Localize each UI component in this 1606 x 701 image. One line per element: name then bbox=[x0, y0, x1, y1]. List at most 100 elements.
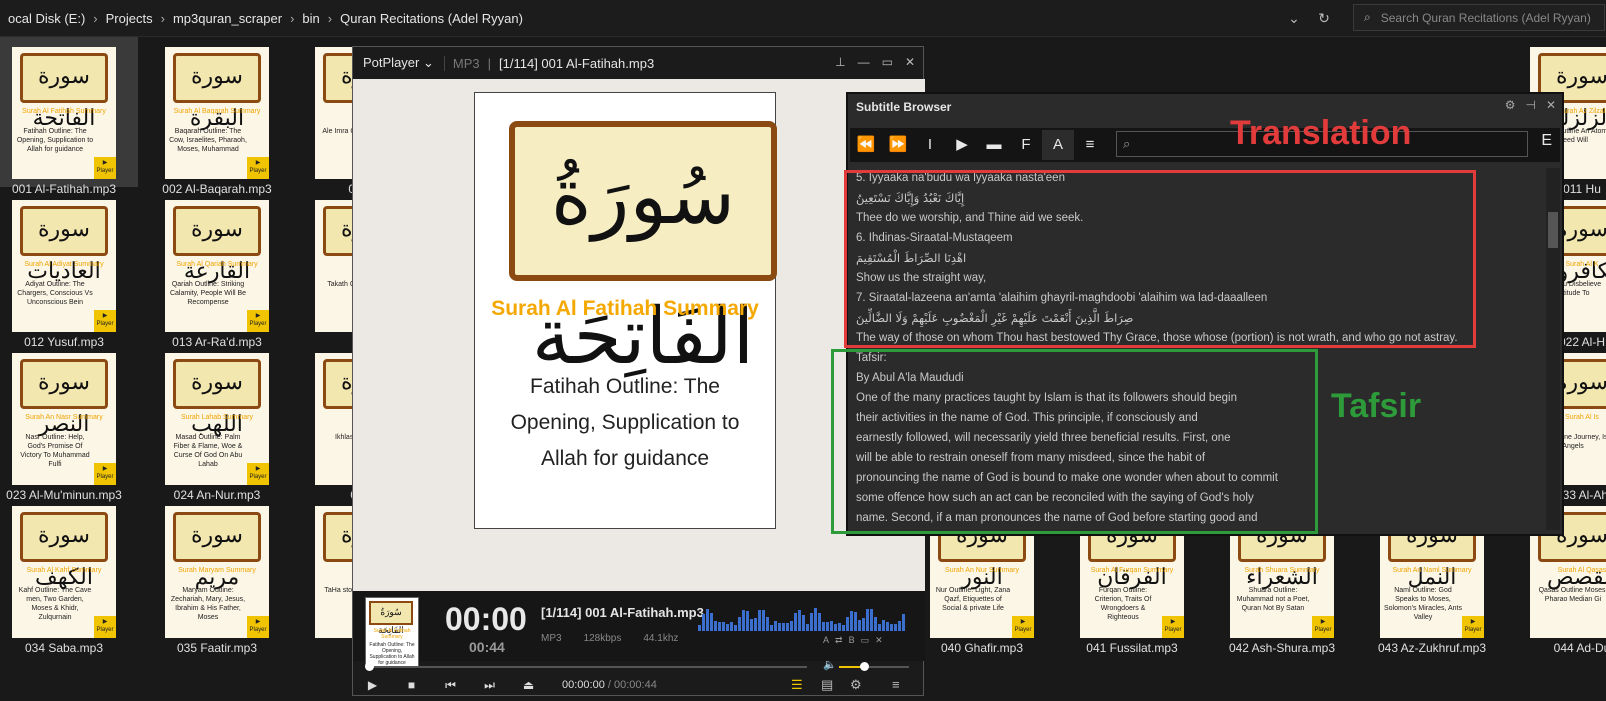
repeat-icon[interactable]: ⇄ bbox=[835, 635, 843, 646]
menu-icon[interactable]: ≡ bbox=[892, 677, 900, 692]
spectrum-bar bbox=[874, 617, 877, 631]
player-badge-icon: ▶Player bbox=[94, 310, 116, 332]
pin-icon[interactable]: ⊥ bbox=[835, 55, 845, 69]
thumb-surah: Surah Al Fatihah Summary bbox=[22, 108, 106, 115]
file-thumbnail: سورة الكهف Surah Al Kahf Summary Kahf Outl… bbox=[12, 506, 116, 638]
spectrum-bar bbox=[890, 624, 893, 631]
close-icon[interactable]: ✕ bbox=[905, 55, 915, 69]
next-icon[interactable]: ⏭ bbox=[470, 678, 509, 693]
gear-icon[interactable]: ⚙ bbox=[850, 677, 862, 693]
spectrum-bar bbox=[754, 618, 757, 631]
file-name: 041 Fussilat.mp3 bbox=[1086, 641, 1178, 655]
file-tile[interactable]: سورة العاديات Surah Al Adiyat Summary Adiy… bbox=[0, 190, 138, 349]
spectrum-bar bbox=[734, 625, 737, 631]
chevron-down-icon: ⌄ bbox=[423, 55, 434, 70]
caption-icon[interactable]: ▬ bbox=[978, 130, 1010, 160]
text-cursor-icon[interactable]: I bbox=[914, 130, 946, 160]
address-bar: ocal Disk (E:) › Projects › mp3quran_scrap… bbox=[0, 0, 1606, 37]
current-time: 00:00 bbox=[445, 601, 527, 637]
spectrum-bar bbox=[766, 617, 769, 631]
track-title: [1/114] 001 Al-Fatihah.mp3 bbox=[499, 55, 655, 71]
refresh-icon[interactable]: ↻ bbox=[1314, 8, 1334, 28]
play-icon[interactable]: ▶ bbox=[353, 678, 392, 692]
chevron-down-icon[interactable]: ⌄ bbox=[1284, 8, 1304, 28]
eject-icon[interactable]: ⏏ bbox=[509, 678, 548, 692]
file-name: 044 Ad-Du bbox=[1553, 641, 1606, 655]
crumb-scraper[interactable]: mp3quran_scraper bbox=[165, 11, 290, 26]
breadcrumb[interactable]: ocal Disk (E:) › Projects › mp3quran_scrap… bbox=[0, 0, 531, 36]
end-button[interactable]: E bbox=[1541, 132, 1552, 150]
maximize-icon[interactable]: ▭ bbox=[882, 55, 893, 69]
spectrum-bar bbox=[810, 613, 813, 631]
spectrum-bar bbox=[798, 610, 801, 631]
forward-icon[interactable]: ⏩ bbox=[882, 130, 914, 160]
mini-toggles: A ⇄ B ▭ ✕ bbox=[823, 635, 883, 646]
previous-icon[interactable]: ⏮ bbox=[431, 678, 470, 693]
pin-icon[interactable]: ⊣ bbox=[1525, 98, 1535, 112]
translation-highlight bbox=[844, 170, 1476, 348]
crumb-drive[interactable]: ocal Disk (E:) bbox=[0, 11, 93, 26]
crumb-folder[interactable]: Quran Recitations (Adel Ryyan) bbox=[332, 11, 531, 26]
spectrum-bar bbox=[830, 621, 833, 631]
spectrum-bar bbox=[882, 620, 885, 631]
thumb-outline: Fatihah Outline: The Opening, Supplicati… bbox=[16, 128, 94, 153]
spectrum-bar bbox=[702, 614, 705, 631]
spectrum-bar bbox=[870, 609, 873, 631]
spectrum-bar bbox=[706, 609, 709, 631]
playlist-search-icon[interactable]: ☰ bbox=[791, 677, 803, 693]
player-controls: ▶ ■ ⏮ ⏭ ⏏ 00:00:00 / 00:00:44 ☰ ▤ ⚙ ≡ bbox=[353, 673, 925, 697]
potplayer-menu-button[interactable]: PotPlayer ⌄ bbox=[353, 55, 444, 71]
gear-icon[interactable]: ⚙ bbox=[1505, 98, 1516, 112]
crumb-projects[interactable]: Projects bbox=[98, 11, 161, 26]
scrollbar-thumb[interactable] bbox=[1548, 212, 1558, 248]
minimize-icon[interactable]: — bbox=[858, 55, 870, 69]
font-icon[interactable]: F bbox=[1010, 130, 1042, 160]
file-name: 035 Faatir.mp3 bbox=[176, 641, 258, 655]
seek-row: 🔈 bbox=[353, 658, 925, 673]
mini-title: Surah Al Fatihah Summary bbox=[373, 628, 411, 640]
player-badge-icon: ▶Player bbox=[94, 157, 116, 179]
file-tile[interactable]: سورة البقرة Surah Al Baqarah Summary Baqar… bbox=[143, 37, 291, 196]
seek-bar[interactable] bbox=[365, 666, 807, 668]
thumb-outline: Shuara Outline: Muhammad not a Poet, Qur… bbox=[1236, 587, 1310, 612]
spectrum-bar bbox=[806, 624, 809, 631]
player-badge-icon: ▶Player bbox=[247, 157, 269, 179]
volume-icon[interactable]: 🔈 bbox=[823, 658, 837, 671]
file-tile[interactable]: سورة الفاتحة Surah Al Fatihah Summary Fati… bbox=[0, 37, 138, 196]
format-meta: MP3 bbox=[541, 633, 562, 644]
file-tile[interactable]: سورة الكهف Surah Al Kahf Summary Kahf Outl… bbox=[0, 496, 138, 655]
spectrum-bar bbox=[730, 622, 733, 631]
file-tile[interactable]: سورة مريم Surah Maryam Summary Maryam Outl… bbox=[143, 496, 291, 655]
thumb-surah: Surah An Nur Summary bbox=[945, 567, 1019, 574]
spectrum-bar bbox=[850, 611, 853, 631]
scrollbar[interactable] bbox=[1546, 168, 1560, 530]
rewind-icon[interactable]: ⏪ bbox=[850, 130, 882, 160]
file-tile[interactable]: سورة اللهب Surah Lahab Summary Masad Outli… bbox=[143, 343, 291, 502]
font-style-icon[interactable]: A bbox=[1042, 130, 1074, 160]
volume-knob[interactable] bbox=[859, 662, 869, 671]
file-tile[interactable]: سورة القارعة Surah Al Qariah Summary Qaria… bbox=[143, 190, 291, 349]
a-toggle-icon[interactable]: A bbox=[823, 635, 829, 646]
close-icon[interactable]: ✕ bbox=[1546, 98, 1556, 112]
seek-knob[interactable] bbox=[365, 662, 374, 671]
shuffle-icon[interactable]: ✕ bbox=[875, 635, 883, 646]
file-thumbnail: سورة مريم Surah Maryam Summary Maryam Outl… bbox=[165, 506, 269, 638]
list-icon[interactable]: ▤ bbox=[821, 677, 833, 693]
file-thumbnail: سورة البقرة Surah Al Baqarah Summary Baqar… bbox=[165, 47, 269, 179]
stop-icon[interactable]: ■ bbox=[392, 678, 431, 692]
crumb-bin[interactable]: bin bbox=[294, 11, 327, 26]
spectrum-bar bbox=[854, 612, 857, 631]
thumb-surah: Surah Al Kahf Summary bbox=[26, 567, 102, 574]
thumb-surah: Surah Maryam Summary bbox=[178, 567, 256, 574]
file-tile[interactable]: سورة النصر Surah An Nasr Summary Nasr Outl… bbox=[0, 343, 138, 502]
player-badge-icon: ▶Player bbox=[1162, 616, 1184, 638]
search-input[interactable]: ⌕ Search Quran Recitations (Adel Ryyan) bbox=[1353, 4, 1605, 31]
b-toggle-icon[interactable]: B bbox=[849, 635, 855, 646]
spectrum-bar bbox=[886, 622, 889, 631]
player-badge-icon: ▶Player bbox=[247, 463, 269, 485]
list-icon[interactable]: ≡ bbox=[1074, 130, 1106, 160]
play-box-icon[interactable]: ▶ bbox=[946, 130, 978, 160]
spectrum-visualizer bbox=[698, 608, 905, 631]
screen-icon[interactable]: ▭ bbox=[861, 635, 870, 646]
spectrum-bar bbox=[818, 613, 821, 631]
